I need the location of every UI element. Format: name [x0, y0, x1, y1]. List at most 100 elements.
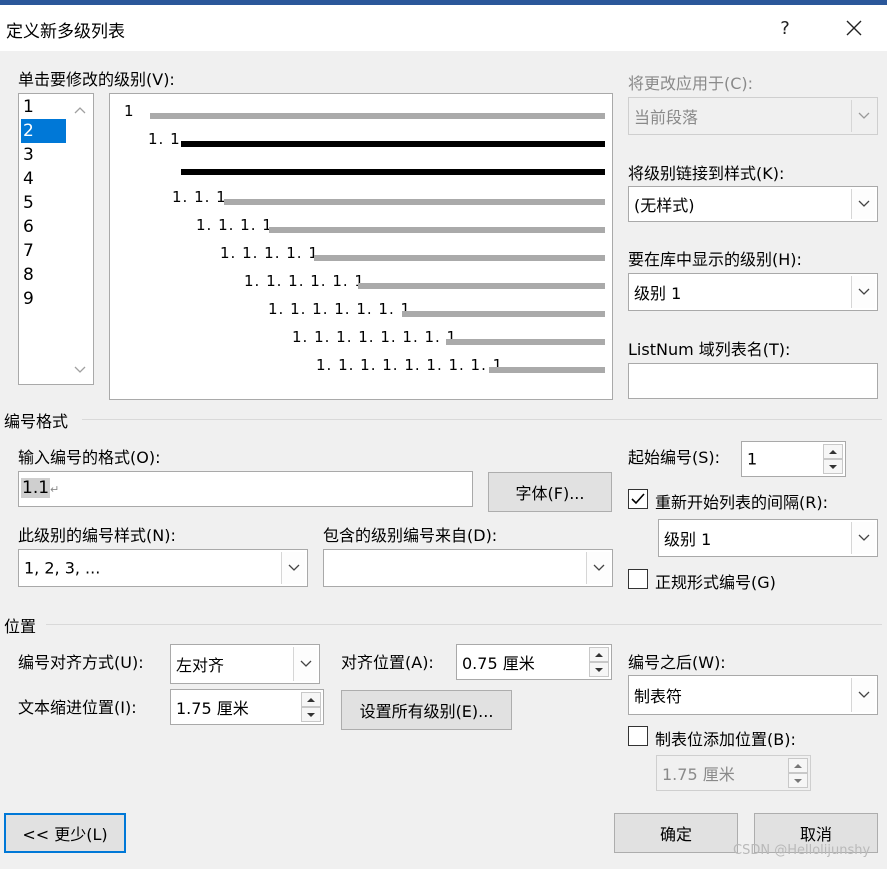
preview-text-line — [489, 367, 605, 373]
section-divider — [82, 419, 882, 420]
preview-number: 1. 1. 1 — [172, 188, 227, 206]
format-input[interactable]: 1.1↵ — [18, 471, 473, 507]
chevron-down-icon — [851, 100, 875, 132]
apply-to-select: 当前段落 — [628, 97, 878, 135]
scroll-up-icon[interactable] — [69, 100, 91, 120]
title-bar — [0, 5, 887, 51]
watermark: CSDN @Hellolijunshy — [733, 843, 871, 858]
follow-number-value: 制表符 — [634, 687, 683, 706]
preview-text-line — [446, 339, 605, 345]
help-button[interactable]: ? — [770, 13, 800, 43]
level-list-item[interactable]: 8 — [21, 263, 66, 287]
preview-text-line — [269, 227, 605, 233]
level-list-item[interactable]: 9 — [21, 287, 66, 311]
preview-text-line — [314, 255, 605, 261]
chevron-down-icon — [281, 552, 305, 584]
aligned-at-spinner[interactable]: 0.75 厘米 — [456, 644, 612, 680]
spin-down-icon — [788, 773, 808, 788]
spin-down-icon[interactable] — [301, 707, 321, 722]
level-list-item[interactable]: 1 — [21, 95, 66, 119]
number-alignment-select[interactable]: 左对齐 — [170, 644, 320, 684]
set-all-levels-button[interactable]: 设置所有级别(E)... — [341, 690, 512, 730]
preview-number: 1. 1. 1. 1. 1. 1. 1. 1. 1 — [316, 356, 504, 374]
number-style-select[interactable]: 1, 2, 3, ... — [18, 549, 308, 587]
restart-level-value: 级别 1 — [664, 530, 712, 549]
level-list-item[interactable]: 7 — [21, 239, 66, 263]
spin-up-icon — [788, 758, 808, 773]
follow-number-label: 编号之后(W): — [628, 653, 726, 672]
close-button[interactable] — [839, 13, 869, 43]
preview-text-line — [150, 113, 605, 119]
link-style-label: 将级别链接到样式(K): — [628, 164, 785, 183]
preview-number: 1. 1. 1. 1. 1 — [220, 244, 319, 262]
link-style-value: (无样式) — [634, 196, 695, 215]
gallery-level-label: 要在库中显示的级别(H): — [628, 250, 802, 269]
preview-number: 1. 1. 1. 1. 1. 1. 1 — [268, 300, 412, 318]
tab-stop-value: 1.75 厘米 — [662, 765, 735, 784]
preview-number: 1. 1. 1. 1 — [196, 216, 273, 234]
include-level-label: 包含的级别编号来自(D): — [323, 526, 498, 545]
text-indent-value: 1.75 厘米 — [176, 699, 249, 718]
chevron-down-icon — [851, 522, 875, 554]
level-list-label: 单击要修改的级别(V): — [18, 70, 175, 89]
level-list[interactable]: 123456789 — [18, 93, 94, 385]
level-list-item[interactable]: 2 — [21, 119, 66, 143]
preview-text-line — [224, 199, 605, 205]
ok-button[interactable]: 确定 — [614, 813, 738, 853]
number-format-section-title: 编号格式 — [4, 412, 69, 431]
gallery-level-value: 级别 1 — [634, 284, 682, 303]
number-alignment-label: 编号对齐方式(U): — [18, 653, 144, 672]
link-style-select[interactable]: (无样式) — [628, 186, 878, 222]
restart-label: 重新开始列表的间隔(R): — [655, 493, 828, 512]
font-button[interactable]: 字体(F)... — [488, 472, 612, 512]
format-value: 1.1 — [21, 478, 51, 498]
level-list-item[interactable]: 4 — [21, 167, 66, 191]
section-divider — [46, 624, 882, 625]
chevron-down-icon — [851, 276, 875, 308]
level-list-item[interactable]: 3 — [21, 143, 66, 167]
less-button[interactable]: << 更少(L) — [4, 813, 126, 853]
preview-number: 1. 1 — [148, 130, 181, 148]
restart-checkbox[interactable] — [628, 489, 648, 509]
gallery-level-select[interactable]: 级别 1 — [628, 273, 878, 311]
apply-to-value: 当前段落 — [634, 108, 699, 127]
start-at-label: 起始编号(S): — [628, 448, 721, 467]
preview-number: 1 — [124, 102, 135, 120]
preview-number: 1. 1. 1. 1. 1. 1. 1. 1 — [292, 328, 458, 346]
preview-text-line — [181, 141, 605, 147]
legal-numbering-checkbox[interactable] — [628, 569, 648, 589]
chevron-down-icon — [293, 647, 317, 681]
listnum-input[interactable] — [628, 363, 878, 399]
preview-text-line — [358, 283, 605, 289]
include-level-select[interactable] — [323, 549, 613, 587]
close-icon — [846, 20, 862, 36]
preview-text-line — [402, 311, 605, 317]
follow-number-select[interactable]: 制表符 — [628, 675, 878, 715]
start-at-spinner[interactable]: 1 — [741, 441, 846, 477]
aligned-at-label: 对齐位置(A): — [341, 653, 434, 672]
level-list-item[interactable]: 5 — [21, 191, 66, 215]
preview-text-line-continuation — [181, 169, 605, 175]
restart-level-select[interactable]: 级别 1 — [658, 519, 878, 557]
text-indent-label: 文本缩进位置(I): — [18, 698, 137, 717]
number-alignment-value: 左对齐 — [176, 656, 225, 675]
spin-down-icon[interactable] — [589, 662, 609, 677]
checkmark-icon — [631, 493, 645, 505]
paragraph-mark-icon: ↵ — [50, 483, 60, 496]
number-style-value: 1, 2, 3, ... — [24, 558, 101, 578]
spin-up-icon[interactable] — [301, 692, 321, 707]
tab-stop-checkbox[interactable] — [628, 726, 648, 746]
start-at-value: 1 — [747, 449, 758, 469]
position-section-title: 位置 — [4, 617, 37, 636]
level-list-item[interactable]: 6 — [21, 215, 66, 239]
spin-down-icon[interactable] — [823, 459, 843, 474]
preview-number: 1. 1. 1. 1. 1. 1 — [244, 272, 365, 290]
scroll-down-icon[interactable] — [69, 360, 91, 380]
spin-up-icon[interactable] — [823, 444, 843, 459]
spin-up-icon[interactable] — [589, 647, 609, 662]
chevron-down-icon — [586, 552, 610, 584]
aligned-at-value: 0.75 厘米 — [462, 654, 535, 673]
tab-stop-spinner: 1.75 厘米 — [656, 755, 811, 791]
text-indent-spinner[interactable]: 1.75 厘米 — [170, 689, 324, 725]
number-style-label: 此级别的编号样式(N): — [18, 526, 176, 545]
